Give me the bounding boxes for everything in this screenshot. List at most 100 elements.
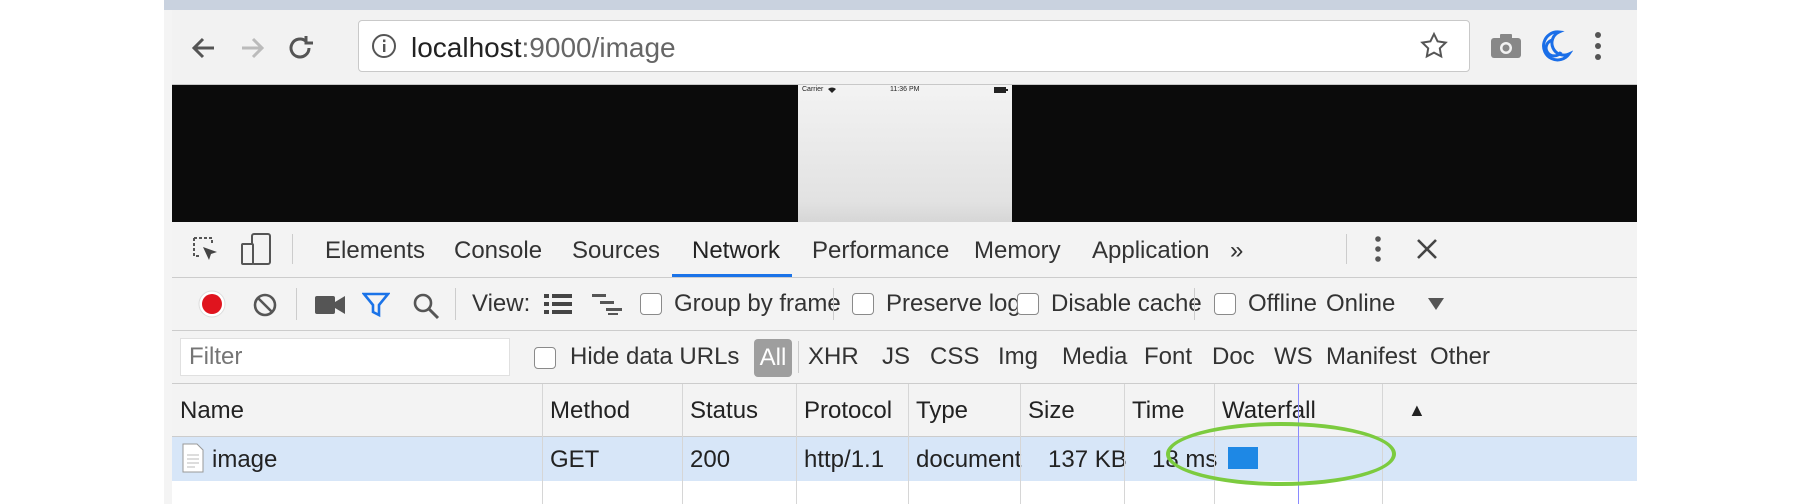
browser-window: localhost:9000/image Carrier 11:36 PM El… — [164, 0, 1637, 504]
tab-network[interactable]: Network — [692, 237, 780, 265]
column-method[interactable]: Method — [550, 397, 630, 425]
phone-time: 11:36 PM — [890, 86, 920, 93]
column-divider — [796, 384, 797, 504]
moon-extension-icon[interactable] — [1537, 28, 1573, 64]
disable-cache-label: Disable cache — [1051, 290, 1202, 317]
menu-kebab-icon[interactable] — [1592, 30, 1604, 62]
active-tab-indicator — [672, 274, 792, 277]
request-method: GET — [550, 446, 600, 473]
filter-type-ws[interactable]: WS — [1274, 343, 1313, 371]
inspect-element-icon[interactable] — [190, 234, 222, 266]
forward-icon[interactable] — [234, 30, 270, 66]
wifi-icon — [828, 87, 836, 93]
separator — [455, 288, 456, 320]
view-label: View: — [472, 290, 531, 317]
waterfall-bar — [1228, 447, 1258, 469]
column-divider — [908, 384, 909, 504]
devtools-panel: Elements Console Sources Network Perform… — [172, 222, 1637, 504]
column-size[interactable]: Size — [1028, 397, 1075, 425]
filter-icon[interactable] — [362, 292, 390, 318]
clear-icon[interactable] — [252, 292, 278, 318]
group-by-frame-label: Group by frame — [674, 290, 841, 317]
table-empty-area — [172, 481, 1637, 504]
tab-console[interactable]: Console — [454, 237, 542, 265]
close-icon[interactable] — [1414, 236, 1440, 262]
offline-checkbox[interactable] — [1214, 293, 1236, 315]
device-emulator-screen: Carrier 11:36 PM — [798, 85, 1012, 222]
filter-type-doc[interactable]: Doc — [1212, 343, 1255, 371]
address-bar[interactable]: localhost:9000/image — [358, 20, 1470, 72]
column-divider — [542, 384, 543, 504]
chevron-down-icon[interactable] — [1428, 298, 1444, 310]
camera-icon[interactable] — [1489, 30, 1523, 62]
filter-type-xhr[interactable]: XHR — [808, 343, 859, 371]
group-by-frame-checkbox[interactable] — [640, 293, 662, 315]
more-tabs-button[interactable]: » — [1230, 237, 1243, 265]
tab-memory[interactable]: Memory — [974, 237, 1061, 265]
filter-bar: Hide data URLs All XHR JS CSS Img Media … — [172, 331, 1637, 384]
hide-data-urls-checkbox[interactable] — [534, 347, 556, 369]
preserve-log-checkbox[interactable] — [852, 293, 874, 315]
offline-label: Offline — [1248, 290, 1317, 317]
filter-type-font[interactable]: Font — [1144, 343, 1192, 371]
filter-type-all[interactable]: All — [754, 339, 792, 377]
devtools-menu-icon[interactable] — [1372, 234, 1384, 264]
browser-toolbar: localhost:9000/image — [172, 10, 1637, 85]
devtools-tab-bar: Elements Console Sources Network Perform… — [172, 222, 1637, 278]
battery-icon — [994, 87, 1008, 93]
star-icon[interactable] — [1419, 31, 1449, 61]
column-type[interactable]: Type — [916, 397, 968, 425]
separator — [798, 341, 799, 373]
column-protocol[interactable]: Protocol — [804, 397, 892, 425]
column-status[interactable]: Status — [690, 397, 758, 425]
tab-application[interactable]: Application — [1092, 237, 1209, 265]
record-icon[interactable] — [198, 290, 226, 318]
table-row[interactable]: image GET 200 http/1.1 document 137 KB 1… — [172, 437, 1637, 481]
filter-type-js[interactable]: JS — [882, 343, 910, 371]
filter-type-css[interactable]: CSS — [930, 343, 979, 371]
filter-input[interactable] — [180, 338, 510, 376]
info-icon[interactable] — [371, 33, 397, 59]
tab-strip — [164, 0, 1637, 10]
throttling-select[interactable]: Online — [1326, 290, 1395, 318]
overview-icon[interactable] — [592, 292, 622, 316]
tab-sources[interactable]: Sources — [572, 237, 660, 265]
filter-type-other[interactable]: Other — [1430, 343, 1490, 371]
disable-cache-checkbox[interactable] — [1017, 293, 1039, 315]
separator — [1194, 288, 1195, 320]
filter-type-manifest[interactable]: Manifest — [1326, 343, 1417, 371]
request-protocol: http/1.1 — [804, 446, 885, 473]
url-host: localhost — [411, 32, 522, 63]
capture-screenshots-icon[interactable] — [314, 294, 346, 316]
preserve-log-label: Preserve log — [886, 290, 1021, 317]
back-icon[interactable] — [186, 30, 222, 66]
request-status: 200 — [690, 446, 731, 473]
tab-elements[interactable]: Elements — [325, 237, 425, 265]
hide-data-urls-label: Hide data URLs — [570, 343, 740, 370]
sort-indicator-icon: ▲ — [1408, 400, 1426, 420]
phone-carrier: Carrier — [802, 86, 824, 93]
device-toolbar-icon[interactable] — [240, 232, 272, 266]
filter-type-img[interactable]: Img — [998, 343, 1038, 371]
url-text: localhost:9000/image — [411, 32, 676, 64]
waterfall-time-marker — [1298, 384, 1299, 504]
separator — [833, 288, 834, 320]
column-divider — [1124, 384, 1125, 504]
large-request-rows-icon[interactable] — [544, 292, 572, 316]
separator — [292, 234, 293, 264]
column-divider — [1020, 384, 1021, 504]
request-time: 18 ms — [1152, 446, 1218, 473]
tab-performance[interactable]: Performance — [812, 237, 949, 265]
separator — [1346, 234, 1347, 264]
column-waterfall[interactable]: Waterfall — [1222, 397, 1316, 425]
search-icon[interactable] — [412, 292, 440, 320]
filter-type-media[interactable]: Media — [1062, 343, 1127, 371]
column-time[interactable]: Time — [1132, 397, 1184, 425]
waterfall-gridline — [1382, 384, 1383, 504]
network-toolbar: View: Group by frame Preserve log Disabl… — [172, 278, 1637, 331]
reload-icon[interactable] — [282, 30, 318, 66]
column-name[interactable]: Name — [180, 397, 244, 425]
request-name[interactable]: image — [212, 446, 277, 474]
separator — [296, 288, 297, 320]
background-window-edge — [164, 0, 172, 504]
